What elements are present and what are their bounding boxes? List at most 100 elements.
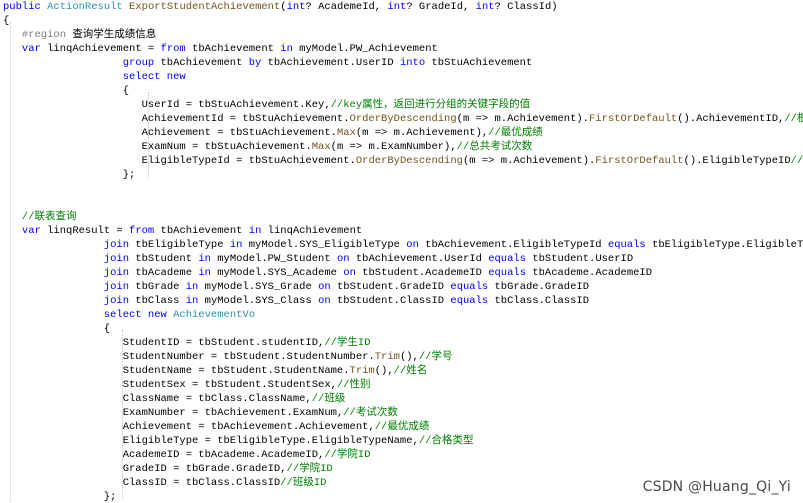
code-line[interactable]: EligibleType = tbEligibleType.EligibleTy… xyxy=(123,434,474,448)
keyword: equals xyxy=(488,267,533,279)
code-text: (), xyxy=(399,351,419,363)
comment: //key属性，返回进行分组的关键字段的值 xyxy=(330,99,531,111)
code-line[interactable]: ExamNum = tbStuAchievement.Max(m => m.Ex… xyxy=(142,140,533,154)
code-line[interactable]: ClassID = tbClass.ClassID//班级ID xyxy=(123,476,327,490)
code-text: tbAchievement.UserId xyxy=(355,253,489,265)
method-name: Max xyxy=(336,127,356,139)
code-line[interactable]: }; xyxy=(104,490,117,503)
code-line[interactable]: { xyxy=(3,14,9,28)
keyword: on xyxy=(318,281,337,293)
keyword: equals xyxy=(450,295,495,307)
code-text: tbStudent.GradeID xyxy=(336,281,451,293)
keyword: into xyxy=(399,57,432,69)
method-name: Trim xyxy=(349,365,375,377)
code-text: ClassName = tbClass.ClassName, xyxy=(122,393,312,405)
code-line[interactable]: AcademeID = tbAcademe.AcademeID,//学院ID xyxy=(123,448,371,462)
code-text: { xyxy=(122,85,129,97)
code-text: StudentNumber = tbStudent.StudentNumber. xyxy=(122,351,375,363)
code-line[interactable]: StudentName = tbStudent.StudentName.Trim… xyxy=(123,364,428,378)
code-text: myModel.SYS_Class xyxy=(204,295,319,307)
code-text: myModel.SYS_Grade xyxy=(204,281,319,293)
code-line[interactable]: StudentSex = tbStudent.StudentSex,//性别 xyxy=(123,378,371,392)
code-editor[interactable]: public ActionResult ExportStudentAchieve… xyxy=(0,0,803,503)
code-text: ExamNum = tbStuAchievement. xyxy=(141,141,312,153)
keyword: join xyxy=(103,281,136,293)
code-line[interactable]: join tbAcademe in myModel.SYS_Academe on… xyxy=(104,266,652,280)
method-name: FirstOrDefault xyxy=(588,113,678,125)
keyword: public xyxy=(3,1,48,13)
code-line[interactable]: join tbEligibleType in myModel.SYS_Eligi… xyxy=(104,238,803,252)
code-text: tbAchievement xyxy=(160,225,249,237)
code-text: tbAchievement.UserID xyxy=(267,57,400,69)
comment: //根据学生成绩降序排序，取第一个 xyxy=(784,113,803,125)
code-line[interactable]: //联表查询 xyxy=(22,210,77,224)
comment: //姓名 xyxy=(393,365,428,377)
type-name: AchievementVo xyxy=(173,309,256,321)
code-text: myModel.PW_Achievement xyxy=(299,43,438,55)
code-text: AcademeID = tbAcademe.AcademeID, xyxy=(122,449,325,461)
keyword: in xyxy=(229,239,249,251)
code-line[interactable]: UserId = tbStuAchievement.Key,//key属性，返回… xyxy=(142,98,531,112)
code-line[interactable]: StudentNumber = tbStudent.StudentNumber.… xyxy=(123,350,453,364)
keyword: join xyxy=(103,267,136,279)
code-line[interactable]: StudentID = tbStudent.studentID,//学生ID xyxy=(123,336,371,350)
code-line[interactable]: Achievement = tbAchievement.Achievement,… xyxy=(123,420,430,434)
code-text: tbGrade.GradeID xyxy=(494,281,590,293)
code-text: myModel.SYS_Academe xyxy=(217,267,344,279)
code-line[interactable]: Achievement = tbStuAchievement.Max(m => … xyxy=(142,126,543,140)
code-text: linqResult = xyxy=(47,225,130,237)
code-text: tbEligibleType xyxy=(135,239,230,251)
comment: //总共考试次数 xyxy=(456,141,533,153)
keyword: var xyxy=(21,43,48,55)
keyword: equals xyxy=(607,239,653,251)
code-line[interactable]: }; xyxy=(123,168,136,182)
keyword: in xyxy=(280,43,300,55)
code-line[interactable]: group tbAchievement by tbAchievement.Use… xyxy=(123,56,533,70)
keyword: in xyxy=(185,281,205,293)
code-text: tbAchievement xyxy=(192,43,281,55)
code-line[interactable]: public ActionResult ExportStudentAchieve… xyxy=(3,0,558,14)
code-text: }; xyxy=(103,491,117,503)
method-name: Trim xyxy=(374,351,400,363)
code-text: Achievement = tbStuAchievement. xyxy=(141,127,337,139)
code-line[interactable]: var linqAchievement = from tbAchievement… xyxy=(22,42,438,56)
code-text: 查询学生成绩信息 xyxy=(72,29,157,41)
code-text: tbStudent xyxy=(135,253,199,265)
code-text: tbClass.ClassID xyxy=(494,295,590,307)
keyword: join xyxy=(103,295,136,307)
code-line[interactable]: join tbStudent in myModel.PW_Student on … xyxy=(104,252,633,266)
method-name: OrderByDescending xyxy=(355,155,463,167)
code-text: ClassID = tbClass.ClassID xyxy=(122,477,281,489)
keyword: from xyxy=(129,225,161,237)
code-line[interactable]: select new AchievementVo xyxy=(104,308,255,322)
code-text: AchievementId = tbStuAchievement. xyxy=(141,113,350,125)
code-text: StudentSex = tbStudent.StudentSex, xyxy=(122,379,337,391)
code-line[interactable]: select new xyxy=(123,70,186,84)
comment: //合格类型 xyxy=(418,435,474,447)
code-line[interactable]: ClassName = tbClass.ClassName,//班级 xyxy=(123,392,346,406)
code-line[interactable]: { xyxy=(104,322,110,336)
code-line[interactable]: EligibleTypeId = tbStuAchievement.OrderB… xyxy=(142,154,803,168)
code-line[interactable]: join tbGrade in myModel.SYS_Grade on tbS… xyxy=(104,280,589,294)
code-text: ().EligibleTypeID xyxy=(683,155,791,167)
comment: //合格类型 xyxy=(790,155,803,167)
comment: //最优成绩 xyxy=(488,127,543,139)
code-line[interactable]: AchievementId = tbStuAchievement.OrderBy… xyxy=(142,112,803,126)
code-line[interactable]: #region 查询学生成绩信息 xyxy=(22,28,156,42)
code-line[interactable]: var linqResult = from tbAchievement in l… xyxy=(22,224,362,238)
comment: //性别 xyxy=(336,379,371,391)
code-lines[interactable]: public ActionResult ExportStudentAchieve… xyxy=(0,0,803,503)
code-text: StudentID = tbStudent.studentID, xyxy=(122,337,325,349)
code-line[interactable]: { xyxy=(123,84,129,98)
code-line[interactable]: join tbClass in myModel.SYS_Class on tbS… xyxy=(104,294,589,308)
keyword: equals xyxy=(450,281,495,293)
code-text: (m => m.Achievement). xyxy=(456,113,589,125)
keyword: on xyxy=(318,295,337,307)
method-name: Max xyxy=(311,141,331,153)
code-text: ().AchievementID, xyxy=(677,113,785,125)
code-line[interactable]: GradeID = tbGrade.GradeID,//学院ID xyxy=(123,462,333,476)
code-line[interactable]: ExamNumber = tbAchievement.ExamNum,//考试次… xyxy=(123,406,398,420)
code-text: EligibleType = tbEligibleType.EligibleTy… xyxy=(122,435,419,447)
watermark: CSDN @Huang_Qi_Yi xyxy=(642,479,791,495)
method-name: FirstOrDefault xyxy=(595,155,684,167)
